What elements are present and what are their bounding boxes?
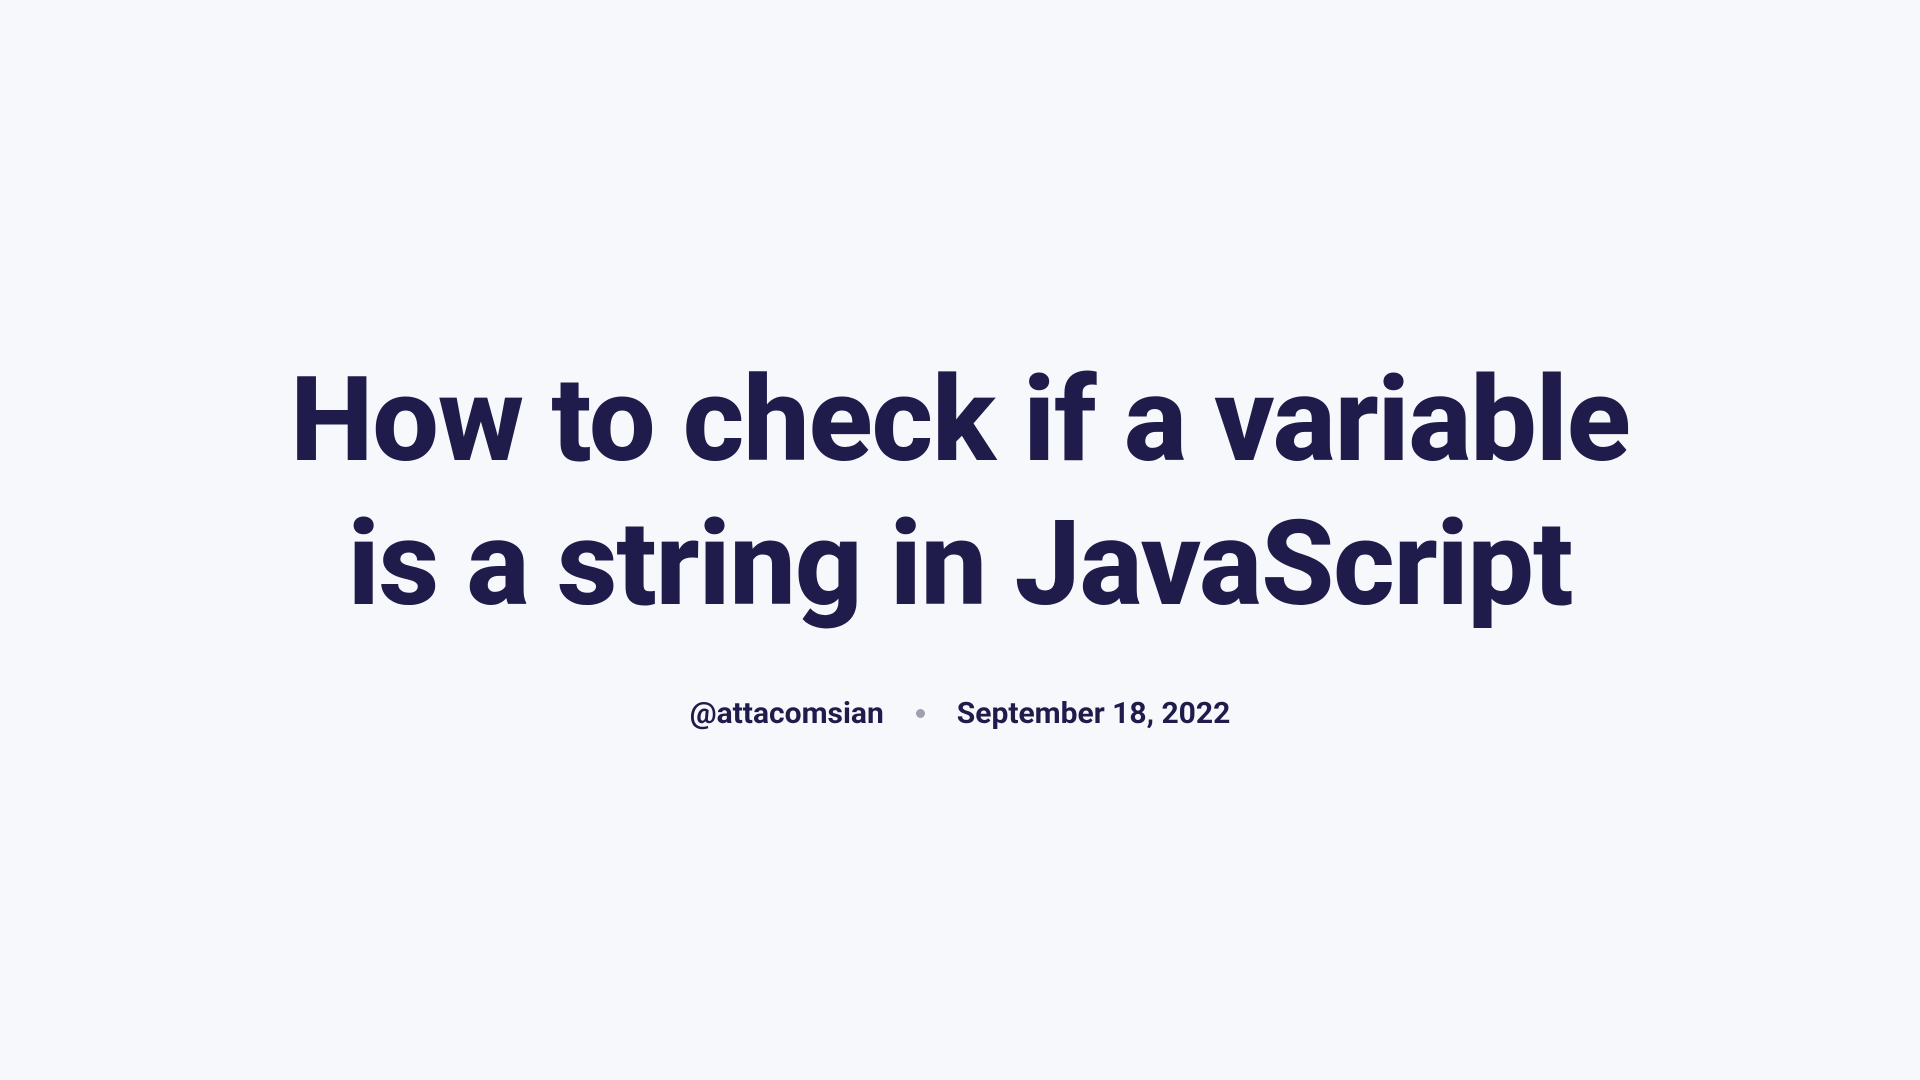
meta-separator xyxy=(916,709,925,718)
article-meta: @attacomsian September 18, 2022 xyxy=(690,696,1231,731)
article-title: How to check if a variable is a string i… xyxy=(260,349,1660,637)
publish-date: September 18, 2022 xyxy=(957,696,1231,731)
article-header: How to check if a variable is a string i… xyxy=(260,349,1660,732)
author-handle[interactable]: @attacomsian xyxy=(690,696,884,731)
